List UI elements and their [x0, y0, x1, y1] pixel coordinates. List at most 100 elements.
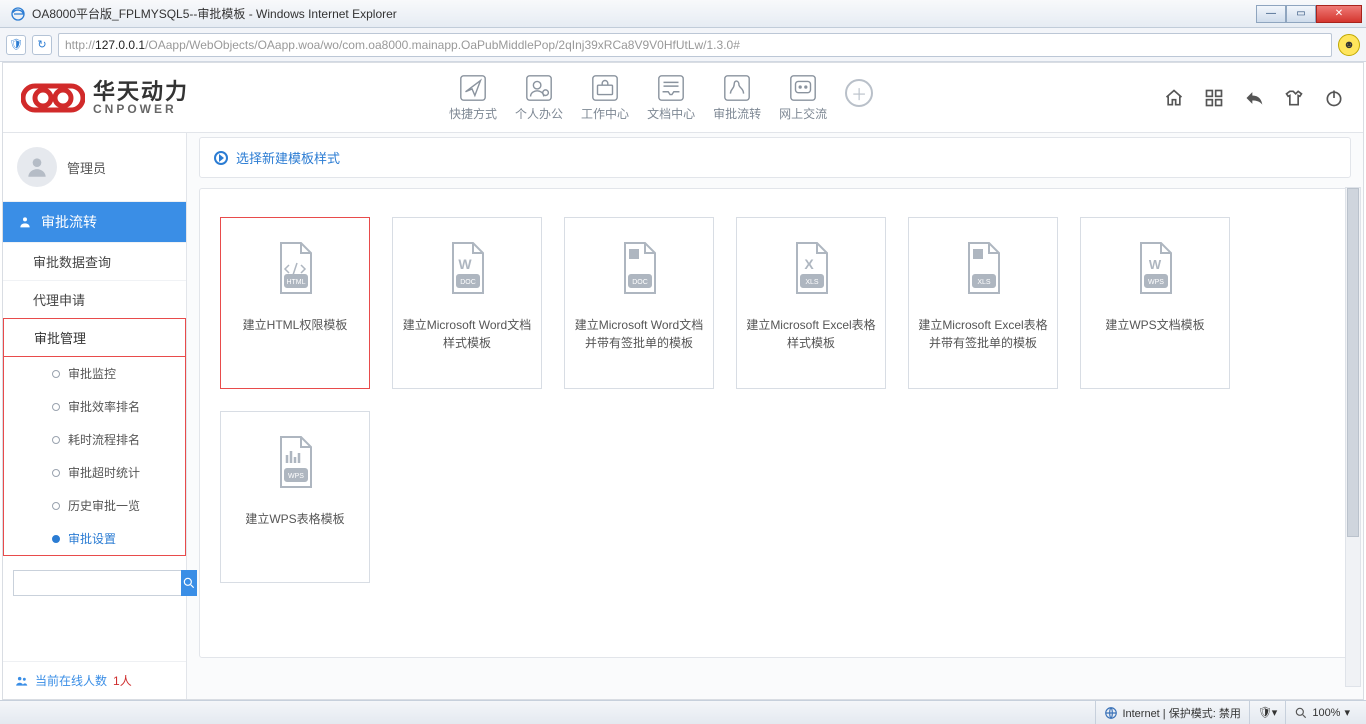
svg-text:XLS: XLS: [805, 279, 819, 286]
status-protected-mode-icon[interactable]: 🛡▾: [1249, 701, 1286, 724]
svg-text:W: W: [1149, 257, 1162, 272]
sidebar: 管理员 审批流转 审批数据查询 代理申请 审批管理 审批监控 审批效率排名 耗时…: [3, 133, 187, 699]
nav-workcenter[interactable]: 工作中心: [581, 73, 629, 122]
logo-text-cn: 华天动力: [93, 81, 189, 103]
person-icon: [17, 214, 33, 230]
panel-body: HTML 建立HTML权限模板 WDOC 建立Microsoft Word文档样…: [199, 188, 1351, 658]
nav-quick[interactable]: 快捷方式: [449, 73, 497, 122]
card-label: 建立Microsoft Word文档样式模板: [401, 316, 533, 352]
main: 管理员 审批流转 审批数据查询 代理申请 审批管理 审批监控 审批效率排名 耗时…: [3, 133, 1363, 699]
top-nav: 快捷方式 个人办公 工作中心 文档中心 审批流转 网上交流 ＋: [449, 73, 873, 122]
card-wps-sheet-template[interactable]: WPS 建立WPS表格模板: [220, 411, 370, 583]
card-html-template[interactable]: HTML 建立HTML权限模板: [220, 217, 370, 389]
word-sign-file-icon: DOC: [615, 236, 663, 302]
sidebar-category-label: 审批流转: [41, 212, 97, 232]
sidebar-sub-settings: 审批设置: [4, 522, 185, 555]
briefcase-icon: [590, 73, 620, 103]
card-excel-template[interactable]: XXLS 建立Microsoft Excel表格样式模板: [736, 217, 886, 389]
logo-text-en: CNPOWER: [93, 103, 189, 115]
sidebar-submenu: 审批监控 审批效率排名 耗时流程排名 审批超时统计 历史审批一览 审批设置: [3, 357, 186, 556]
logo-mark-icon: [21, 80, 85, 116]
panel-heading: 选择新建模板样式: [199, 137, 1351, 178]
sidebar-item-proxy[interactable]: 代理申请: [3, 280, 186, 318]
svg-text:DOC: DOC: [460, 279, 476, 286]
nav-label: 网上交流: [779, 105, 827, 122]
nav-add-button[interactable]: ＋: [845, 79, 873, 107]
top-right-icons: [1163, 87, 1345, 109]
svg-text:HTML: HTML: [286, 279, 305, 286]
html-file-icon: HTML: [271, 236, 319, 302]
address-bar-row: 🛡 ↻ http:// 127.0.0.1 /OAapp/WebObjects/…: [0, 28, 1366, 62]
reply-icon[interactable]: [1243, 87, 1265, 109]
status-zoom[interactable]: 100% ▾: [1285, 701, 1358, 724]
sidebar-search: [13, 570, 176, 596]
nav-label: 快捷方式: [449, 105, 497, 122]
card-label: 建立WPS表格模板: [245, 510, 344, 528]
template-cards: HTML 建立HTML权限模板 WDOC 建立Microsoft Word文档样…: [220, 217, 1330, 583]
sidebar-sub-slow[interactable]: 耗时流程排名: [4, 423, 185, 456]
chat-icon: [788, 73, 818, 103]
app-body: 华天动力 CNPOWER 快捷方式 个人办公 工作中心 文档中心: [2, 62, 1364, 700]
maximize-button[interactable]: ▭: [1286, 5, 1316, 23]
nav-online[interactable]: 网上交流: [779, 73, 827, 122]
card-label: 建立Microsoft Word文档并带有签批单的模板: [573, 316, 705, 352]
person-gear-icon: [524, 73, 554, 103]
sidebar-sub-rank[interactable]: 审批效率排名: [4, 390, 185, 423]
card-label: 建立WPS文档模板: [1105, 316, 1204, 334]
url-scheme: http://: [65, 38, 95, 52]
globe-icon: [1104, 706, 1118, 720]
logo: 华天动力 CNPOWER: [21, 80, 189, 116]
card-wps-doc-template[interactable]: W WPS 建立WPS文档模板: [1080, 217, 1230, 389]
sidebar-category-approval[interactable]: 审批流转: [3, 202, 186, 242]
status-zone[interactable]: Internet | 保护模式: 禁用: [1095, 701, 1248, 724]
svg-text:WPS: WPS: [288, 473, 304, 480]
panel-title: 选择新建模板样式: [236, 148, 340, 167]
online-label: 当前在线人数: [35, 672, 107, 689]
home-icon[interactable]: [1163, 87, 1185, 109]
shirt-icon[interactable]: [1283, 87, 1305, 109]
svg-text:WPS: WPS: [1148, 279, 1164, 286]
card-word-template[interactable]: WDOC 建立Microsoft Word文档样式模板: [392, 217, 542, 389]
content: 选择新建模板样式 HTML 建立HTML权限模板 WDOC 建立Microsof…: [187, 133, 1363, 699]
sidebar-sub-monitor[interactable]: 审批监控: [4, 357, 185, 390]
paper-plane-icon: [458, 73, 488, 103]
nav-personal[interactable]: 个人办公: [515, 73, 563, 122]
address-bar[interactable]: http:// 127.0.0.1 /OAapp/WebObjects/OAap…: [58, 33, 1332, 57]
security-badge[interactable]: 🛡: [6, 35, 26, 55]
word-file-icon: WDOC: [443, 236, 491, 302]
nav-doccenter[interactable]: 文档中心: [647, 73, 695, 122]
window-controls: — ▭ ✕: [1256, 5, 1362, 23]
ie-icon: [10, 6, 26, 22]
tray-icon: [656, 73, 686, 103]
sidebar-sub-timeout[interactable]: 审批超时统计: [4, 456, 185, 489]
user-name: 管理员: [67, 158, 106, 177]
search-input[interactable]: [13, 570, 181, 596]
apps-icon[interactable]: [1203, 87, 1225, 109]
nav-approval[interactable]: 审批流转: [713, 73, 761, 122]
url-host: 127.0.0.1: [95, 38, 145, 52]
avatar: [17, 147, 57, 187]
close-button[interactable]: ✕: [1316, 5, 1362, 23]
svg-text:DOC: DOC: [632, 279, 648, 286]
card-label: 建立Microsoft Excel表格并带有签批单的模板: [917, 316, 1049, 352]
compat-view-icon[interactable]: ☻: [1338, 34, 1360, 56]
wps-doc-file-icon: W WPS: [1131, 236, 1179, 302]
window-titlebar: OA8000平台版_FPLMYSQL5--审批模板 - Windows Inte…: [0, 0, 1366, 28]
card-word-sign-template[interactable]: DOC 建立Microsoft Word文档并带有签批单的模板: [564, 217, 714, 389]
nav-label: 个人办公: [515, 105, 563, 122]
nav-label: 文档中心: [647, 105, 695, 122]
user-block: 管理员: [3, 133, 186, 202]
scrollbar-thumb[interactable]: [1347, 188, 1359, 537]
excel-file-icon: X XLS: [787, 236, 835, 302]
power-icon[interactable]: [1323, 87, 1345, 109]
refresh-icon[interactable]: ↻: [32, 35, 52, 55]
svg-text:X: X: [804, 256, 814, 272]
sidebar-item-query[interactable]: 审批数据查询: [3, 242, 186, 280]
sidebar-item-manage[interactable]: 审批管理: [3, 318, 186, 357]
card-excel-sign-template[interactable]: XLS 建立Microsoft Excel表格并带有签批单的模板: [908, 217, 1058, 389]
arrow-circle-icon: [214, 151, 228, 165]
sidebar-sub-history[interactable]: 历史审批一览: [4, 489, 185, 522]
svg-text:XLS: XLS: [977, 279, 991, 286]
minimize-button[interactable]: —: [1256, 5, 1286, 23]
content-scrollbar[interactable]: [1345, 187, 1361, 687]
